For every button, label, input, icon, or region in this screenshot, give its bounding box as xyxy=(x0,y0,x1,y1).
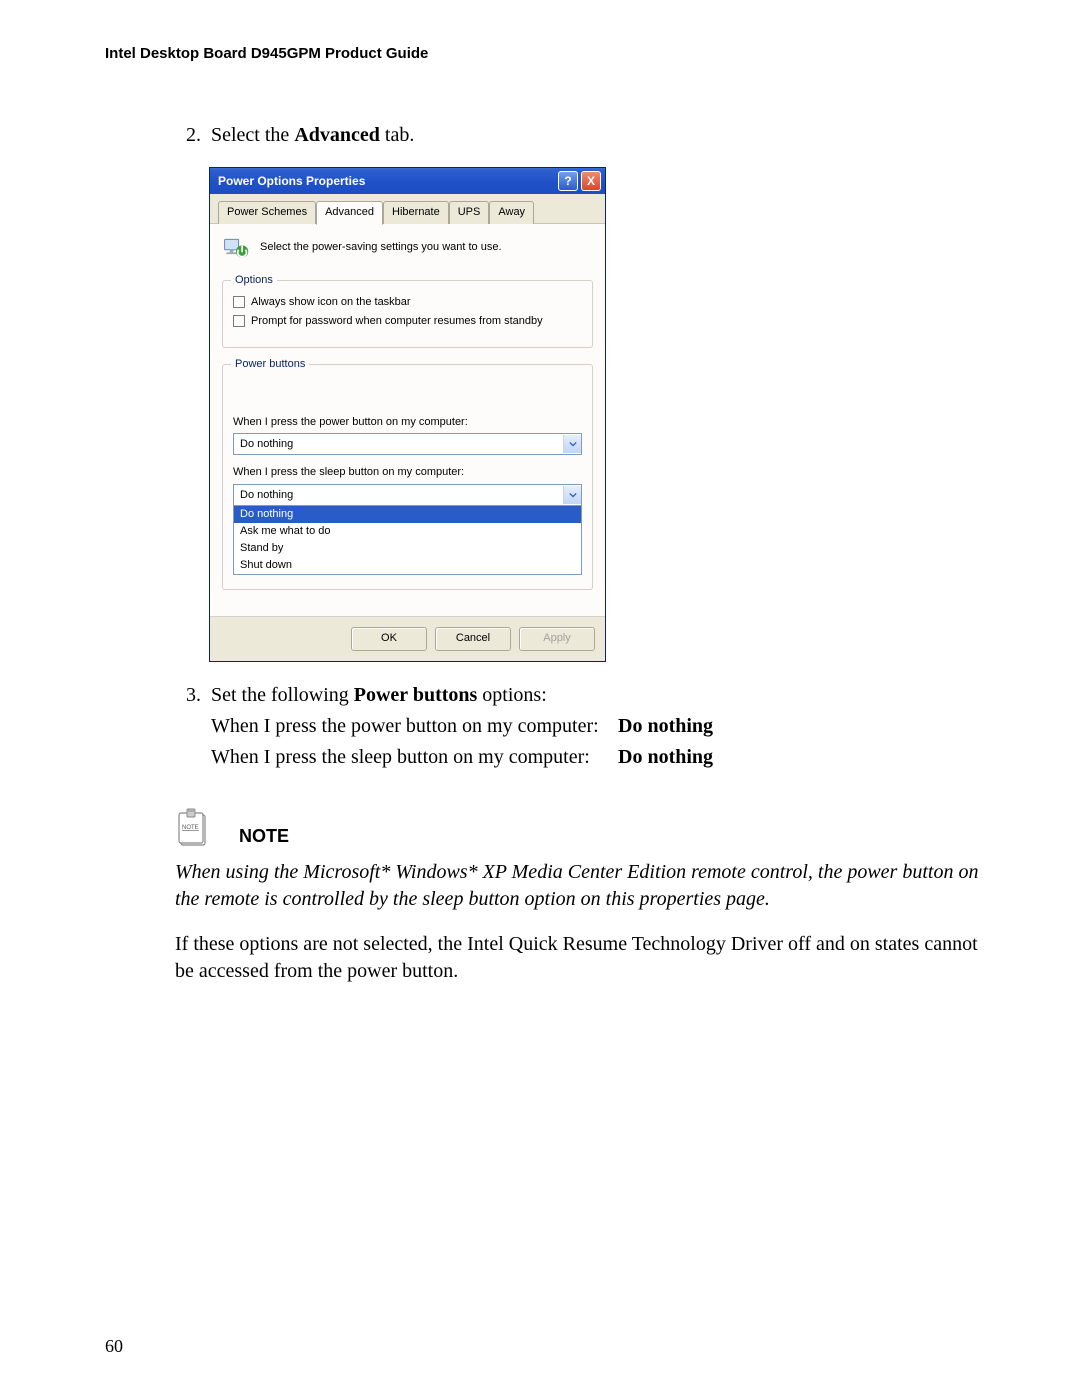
note-icon: NOTE xyxy=(175,807,211,849)
checkbox-password-row[interactable]: Prompt for password when computer resume… xyxy=(233,314,582,329)
step-body: Select the Advanced tab. xyxy=(211,122,980,149)
power-buttons-legend: Power buttons xyxy=(231,357,309,372)
chevron-down-icon[interactable] xyxy=(563,435,581,453)
list-item[interactable]: Do nothing xyxy=(234,506,581,523)
tab-ups[interactable]: UPS xyxy=(449,201,490,224)
note-body: When using the Microsoft* Windows* XP Me… xyxy=(175,859,980,913)
power-buttons-group: Power buttons When I press the power but… xyxy=(222,364,593,590)
dialog-screenshot: Power Options Properties ? X Power Schem… xyxy=(209,167,980,662)
sleep-setting-label: When I press the sleep button on my comp… xyxy=(211,744,606,771)
power-setting-label: When I press the power button on my comp… xyxy=(211,713,606,740)
titlebar[interactable]: Power Options Properties ? X xyxy=(210,168,605,194)
power-button-value: Do nothing xyxy=(240,437,293,452)
power-button-select[interactable]: Do nothing xyxy=(233,433,582,455)
dialog-description: Select the power-saving settings you wan… xyxy=(260,240,502,255)
step-number: 2. xyxy=(175,122,201,149)
checkbox-taskbar-icon-row[interactable]: Always show icon on the taskbar xyxy=(233,295,582,310)
list-item[interactable]: Ask me what to do xyxy=(234,523,581,540)
sleep-button-label: When I press the sleep button on my comp… xyxy=(233,465,582,480)
power-icon xyxy=(222,234,250,262)
sleep-button-value: Do nothing xyxy=(240,488,293,503)
step-body: Set the following Power buttons options:… xyxy=(211,682,980,771)
note-block: NOTE NOTE When using the Microsoft* Wind… xyxy=(175,807,980,985)
cancel-button[interactable]: Cancel xyxy=(435,627,511,651)
page-number: 60 xyxy=(105,1336,123,1357)
step-2: 2. Select the Advanced tab. Power Option… xyxy=(175,122,980,662)
document-page: Intel Desktop Board D945GPM Product Guid… xyxy=(0,0,1080,1397)
sleep-button-select[interactable]: Do nothing xyxy=(233,484,582,506)
checkbox-taskbar-icon[interactable] xyxy=(233,296,245,308)
sleep-setting-value: Do nothing xyxy=(618,744,713,771)
checkbox-password[interactable] xyxy=(233,315,245,327)
content-area: 2. Select the Advanced tab. Power Option… xyxy=(175,122,980,985)
power-options-dialog: Power Options Properties ? X Power Schem… xyxy=(209,167,606,662)
sleep-button-dropdown-list[interactable]: Do nothing Ask me what to do Stand by Sh… xyxy=(233,506,582,574)
step3-bold: Power buttons xyxy=(354,684,478,706)
svg-text:NOTE: NOTE xyxy=(182,825,199,831)
tab-away[interactable]: Away xyxy=(489,201,534,224)
power-setting-value: Do nothing xyxy=(618,713,713,740)
chevron-down-icon[interactable] xyxy=(563,486,581,504)
step-number: 3. xyxy=(175,682,201,771)
tab-advanced[interactable]: Advanced xyxy=(316,201,383,225)
help-button[interactable]: ? xyxy=(558,171,578,191)
step-3: 3. Set the following Power buttons optio… xyxy=(175,682,980,771)
window-title: Power Options Properties xyxy=(218,173,365,189)
apply-button[interactable]: Apply xyxy=(519,627,595,651)
list-item[interactable]: Stand by xyxy=(234,540,581,557)
step3-pre: Set the following xyxy=(211,684,354,706)
note-after-paragraph: If these options are not selected, the I… xyxy=(175,931,980,985)
power-button-label: When I press the power button on my comp… xyxy=(233,415,582,430)
options-group: Options Always show icon on the taskbar … xyxy=(222,280,593,348)
close-button[interactable]: X xyxy=(581,171,601,191)
step2-pre: Select the xyxy=(211,124,294,146)
ok-button[interactable]: OK xyxy=(351,627,427,651)
step2-post: tab. xyxy=(380,124,414,146)
dialog-button-row: OK Cancel Apply xyxy=(210,616,605,661)
step3-post: options: xyxy=(477,684,546,706)
list-item[interactable]: Shut down xyxy=(234,557,581,574)
checkbox-password-label: Prompt for password when computer resume… xyxy=(251,314,543,329)
tab-power-schemes[interactable]: Power Schemes xyxy=(218,201,316,224)
tab-strip: Power Schemes Advanced Hibernate UPS Awa… xyxy=(210,194,605,223)
step2-bold: Advanced xyxy=(294,124,380,146)
dialog-body: Select the power-saving settings you wan… xyxy=(210,223,605,616)
tab-hibernate[interactable]: Hibernate xyxy=(383,201,449,224)
doc-header: Intel Desktop Board D945GPM Product Guid… xyxy=(105,45,980,62)
note-title: NOTE xyxy=(239,824,289,848)
checkbox-taskbar-label: Always show icon on the taskbar xyxy=(251,295,411,310)
options-legend: Options xyxy=(231,273,277,288)
